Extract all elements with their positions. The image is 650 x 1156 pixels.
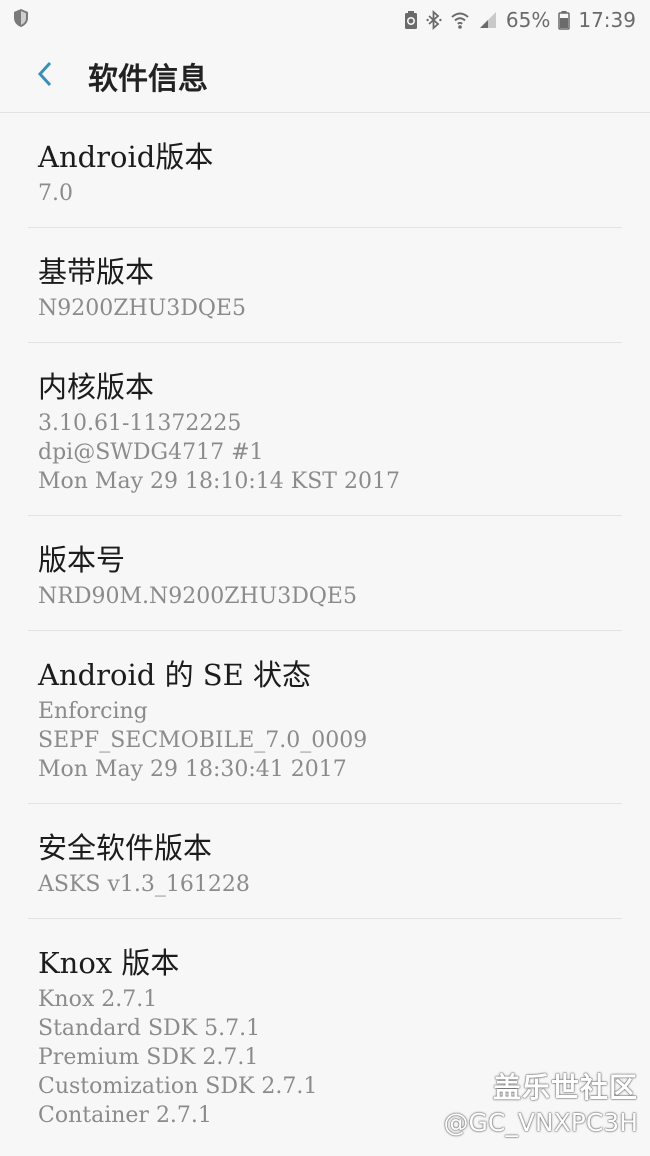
- se-status-item[interactable]: Android 的 SE 状态 Enforcing SEPF_SECMOBILE…: [28, 631, 622, 804]
- item-value: 3.10.61-11372225: [38, 411, 242, 436]
- software-info-list: Android版本 7.0 基带版本 N9200ZHU3DQE5 内核版本 3.…: [0, 113, 650, 1149]
- item-title: 基带版本: [38, 255, 155, 289]
- item-title: 版本号: [38, 543, 126, 577]
- baseband-version-item[interactable]: 基带版本 N9200ZHU3DQE5: [28, 228, 622, 343]
- battery-saver-icon: [404, 10, 418, 30]
- watermark-user: @GC_VNXPC3H: [443, 1108, 639, 1137]
- battery-percent: 65%: [505, 8, 551, 32]
- item-title: Knox 版本: [38, 946, 180, 980]
- android-version-item[interactable]: Android版本 7.0: [28, 113, 622, 228]
- item-value: Knox 2.7.1: [38, 987, 158, 1012]
- item-value: Standard SDK 5.7.1: [38, 1016, 261, 1041]
- item-title: 安全软件版本: [38, 831, 213, 865]
- status-time: 17:39: [578, 8, 636, 32]
- signal-icon: [478, 10, 498, 30]
- item-value: dpi@SWDG4717 #1: [38, 440, 264, 465]
- item-value: SEPF_SECMOBILE_7.0_0009: [38, 728, 368, 753]
- item-value: Enforcing: [38, 699, 148, 724]
- watermark-site: 盖乐世社区: [492, 1071, 638, 1104]
- shield-icon: [12, 8, 30, 33]
- security-software-version-item[interactable]: 安全软件版本 ASKS v1.3_161228: [28, 804, 622, 919]
- item-value: N9200ZHU3DQE5: [38, 296, 246, 321]
- item-value: 7.0: [38, 181, 73, 206]
- page-title: 软件信息: [88, 62, 208, 97]
- item-title: 内核版本: [38, 370, 155, 404]
- item-value: Mon May 29 18:30:41 2017: [38, 757, 347, 782]
- build-number-item[interactable]: 版本号 NRD90M.N9200ZHU3DQE5: [28, 516, 622, 631]
- watermark: 盖乐世社区 @GC_VNXPC3H: [444, 1066, 639, 1137]
- item-value: NRD90M.N9200ZHU3DQE5: [38, 584, 357, 609]
- wifi-icon: [450, 10, 470, 30]
- item-value: Mon May 29 18:10:14 KST 2017: [38, 469, 400, 494]
- item-value: ASKS v1.3_161228: [38, 872, 250, 897]
- back-button[interactable]: [20, 51, 70, 101]
- battery-icon: [558, 10, 571, 30]
- kernel-version-item[interactable]: 内核版本 3.10.61-11372225 dpi@SWDG4717 #1 Mo…: [28, 343, 622, 516]
- item-title: Android 的 SE 状态: [38, 658, 312, 692]
- app-bar: 软件信息: [0, 40, 650, 113]
- status-bar: 65% 17:39: [0, 0, 650, 40]
- chevron-left-icon: [36, 60, 54, 92]
- bluetooth-icon: [426, 10, 442, 30]
- item-title: Android版本: [38, 140, 214, 174]
